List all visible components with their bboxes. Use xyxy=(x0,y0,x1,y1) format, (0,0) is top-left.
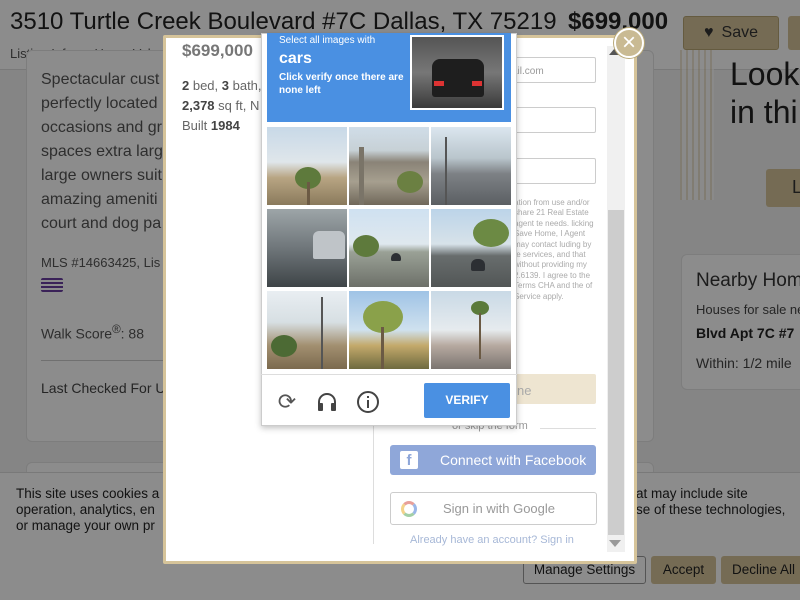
sqft-value: 2,378 xyxy=(182,98,215,113)
captcha-tile[interactable] xyxy=(431,291,511,369)
captcha-sample-image xyxy=(410,35,504,110)
google-icon xyxy=(401,500,417,517)
captcha-tile[interactable] xyxy=(267,291,347,369)
captcha-footer-divider xyxy=(261,374,517,375)
email-field[interactable]: ail.com xyxy=(509,57,596,83)
tree xyxy=(397,171,423,193)
car-shape xyxy=(471,259,485,271)
captcha-tile[interactable] xyxy=(349,209,429,287)
captcha-hint: Click verify once there are none left xyxy=(279,72,404,96)
modal-price: $699,000 xyxy=(182,41,253,60)
shrub xyxy=(271,335,297,357)
scroll-down-icon[interactable] xyxy=(609,540,621,547)
verify-button[interactable]: VERIFY xyxy=(424,383,510,418)
facebook-button-label: Connect with Facebook xyxy=(440,452,587,468)
legal-disclaimer: ation from use and/or share 21 Real Esta… xyxy=(514,198,594,301)
tree-trunk xyxy=(479,313,481,359)
car-shape xyxy=(391,253,401,261)
street-pole xyxy=(445,137,447,205)
scrollbar-thumb[interactable] xyxy=(608,210,624,535)
headphones-icon[interactable] xyxy=(315,390,339,414)
captcha-tile[interactable] xyxy=(431,127,511,205)
name-field[interactable] xyxy=(509,107,596,133)
tree xyxy=(473,219,509,247)
facebook-icon: f xyxy=(400,451,418,469)
car-shape xyxy=(432,59,484,97)
tree-trunk xyxy=(381,327,384,369)
captcha-instruction: Select all images with xyxy=(279,35,376,46)
tail-light-right xyxy=(472,81,482,86)
tail-light-left xyxy=(434,81,444,86)
bridge-pillar xyxy=(359,147,364,205)
captcha-target: cars xyxy=(279,50,312,67)
baths-value: 3 xyxy=(221,78,229,93)
captcha-tile[interactable] xyxy=(267,209,347,287)
modal-stats: 2 bed, 3 bath, 2,378 sq ft, N Built 1984 xyxy=(182,76,262,136)
close-modal-button[interactable]: × xyxy=(614,28,644,58)
phone-field[interactable] xyxy=(509,158,596,184)
save-home-button[interactable]: ne xyxy=(509,374,596,404)
captcha-tile[interactable] xyxy=(267,127,347,205)
google-signin-button[interactable]: Sign in with Google xyxy=(390,492,597,525)
tree xyxy=(353,235,379,257)
captcha-tile[interactable] xyxy=(431,209,511,287)
info-icon[interactable] xyxy=(356,390,380,414)
sign-in-link[interactable]: Already have an account? Sign in xyxy=(410,534,574,546)
tree-trunk xyxy=(307,182,310,205)
built-label: Built xyxy=(182,118,211,133)
facebook-connect-button[interactable]: f Connect with Facebook xyxy=(390,445,596,475)
baths-label: bath, xyxy=(229,78,262,93)
captcha-tile[interactable] xyxy=(349,127,429,205)
street-pole xyxy=(321,297,323,369)
sqft-label: sq ft, N xyxy=(214,98,260,113)
captcha-tile[interactable] xyxy=(349,291,429,369)
beds-label: bed, xyxy=(189,78,222,93)
car-shape xyxy=(313,231,345,259)
or-divider xyxy=(540,428,596,429)
built-value: 1984 xyxy=(210,118,240,133)
google-button-label: Sign in with Google xyxy=(443,501,556,516)
reload-icon[interactable]: ⟳ xyxy=(275,390,299,414)
